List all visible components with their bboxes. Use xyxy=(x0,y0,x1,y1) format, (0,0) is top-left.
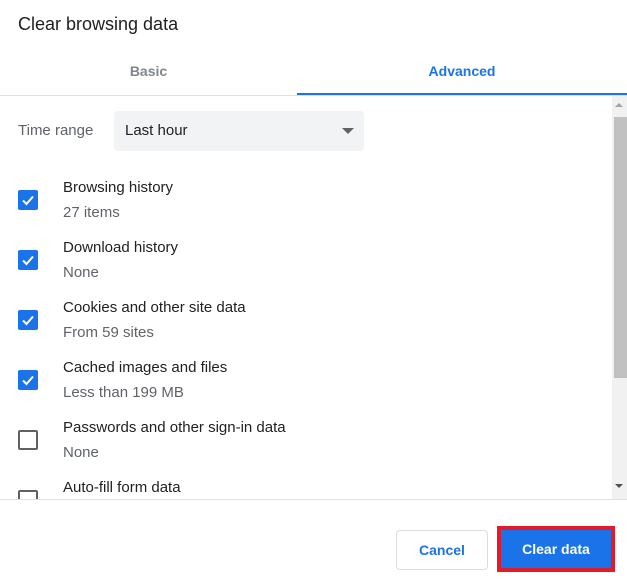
clear-data-highlight: Clear data xyxy=(497,526,615,572)
checkbox-sublabel: None xyxy=(63,264,99,281)
checkbox-item[interactable]: Browsing history 27 items xyxy=(0,179,612,239)
checkmark-icon xyxy=(22,315,34,326)
checkbox-sublabel: From 59 sites xyxy=(63,324,154,341)
tab-bar: Basic Advanced xyxy=(0,48,627,96)
checkbox-sublabel: None xyxy=(63,444,99,461)
checkbox-item[interactable]: Download history None xyxy=(0,239,612,299)
time-range-select[interactable]: Last hour xyxy=(114,111,364,151)
scroll-up-arrow-icon[interactable] xyxy=(615,103,623,107)
checkbox-sublabel: Less than 199 MB xyxy=(63,384,184,401)
checkbox-label: Cookies and other site data xyxy=(63,299,246,316)
scrollbar-thumb[interactable] xyxy=(614,117,627,378)
clear-data-button[interactable]: Clear data xyxy=(501,530,611,568)
active-tab-indicator xyxy=(297,93,627,95)
checkbox-label: Auto-fill form data xyxy=(63,479,181,496)
cancel-button[interactable]: Cancel xyxy=(396,530,488,570)
checkbox[interactable] xyxy=(18,190,38,210)
checkbox-sublabel: 27 items xyxy=(63,204,120,221)
footer-divider xyxy=(0,499,627,500)
checkbox[interactable] xyxy=(18,250,38,270)
checkbox[interactable] xyxy=(18,370,38,390)
tab-advanced[interactable]: Advanced xyxy=(297,48,627,94)
dropdown-arrow-icon xyxy=(342,128,354,134)
checkbox[interactable] xyxy=(18,430,38,450)
checkbox-item[interactable]: Passwords and other sign-in data None xyxy=(0,419,612,479)
dialog-title: Clear browsing data xyxy=(18,14,179,34)
checkbox-label: Browsing history xyxy=(63,179,174,196)
checkbox-label: Cached images and files xyxy=(63,359,228,376)
checkbox-label: Download history xyxy=(63,239,179,256)
checkbox-label: Passwords and other sign-in data xyxy=(63,419,286,436)
checkmark-icon xyxy=(22,375,34,386)
checkbox-item[interactable]: Cookies and other site data From 59 sites xyxy=(0,299,612,359)
tab-basic[interactable]: Basic xyxy=(0,48,297,94)
scroll-down-arrow-icon[interactable] xyxy=(615,484,623,488)
time-range-label: Time range xyxy=(18,122,94,139)
scrollbar[interactable] xyxy=(612,96,627,499)
time-range-value: Last hour xyxy=(125,122,188,139)
checkbox-item[interactable]: Cached images and files Less than 199 MB xyxy=(0,359,612,419)
checkbox[interactable] xyxy=(18,310,38,330)
checkmark-icon xyxy=(22,195,34,206)
checkbox[interactable] xyxy=(18,490,38,499)
settings-list: Time range Last hour Browsing history 27 … xyxy=(0,96,612,499)
checkmark-icon xyxy=(22,255,34,266)
checkbox-item[interactable]: Auto-fill form data xyxy=(0,479,612,499)
